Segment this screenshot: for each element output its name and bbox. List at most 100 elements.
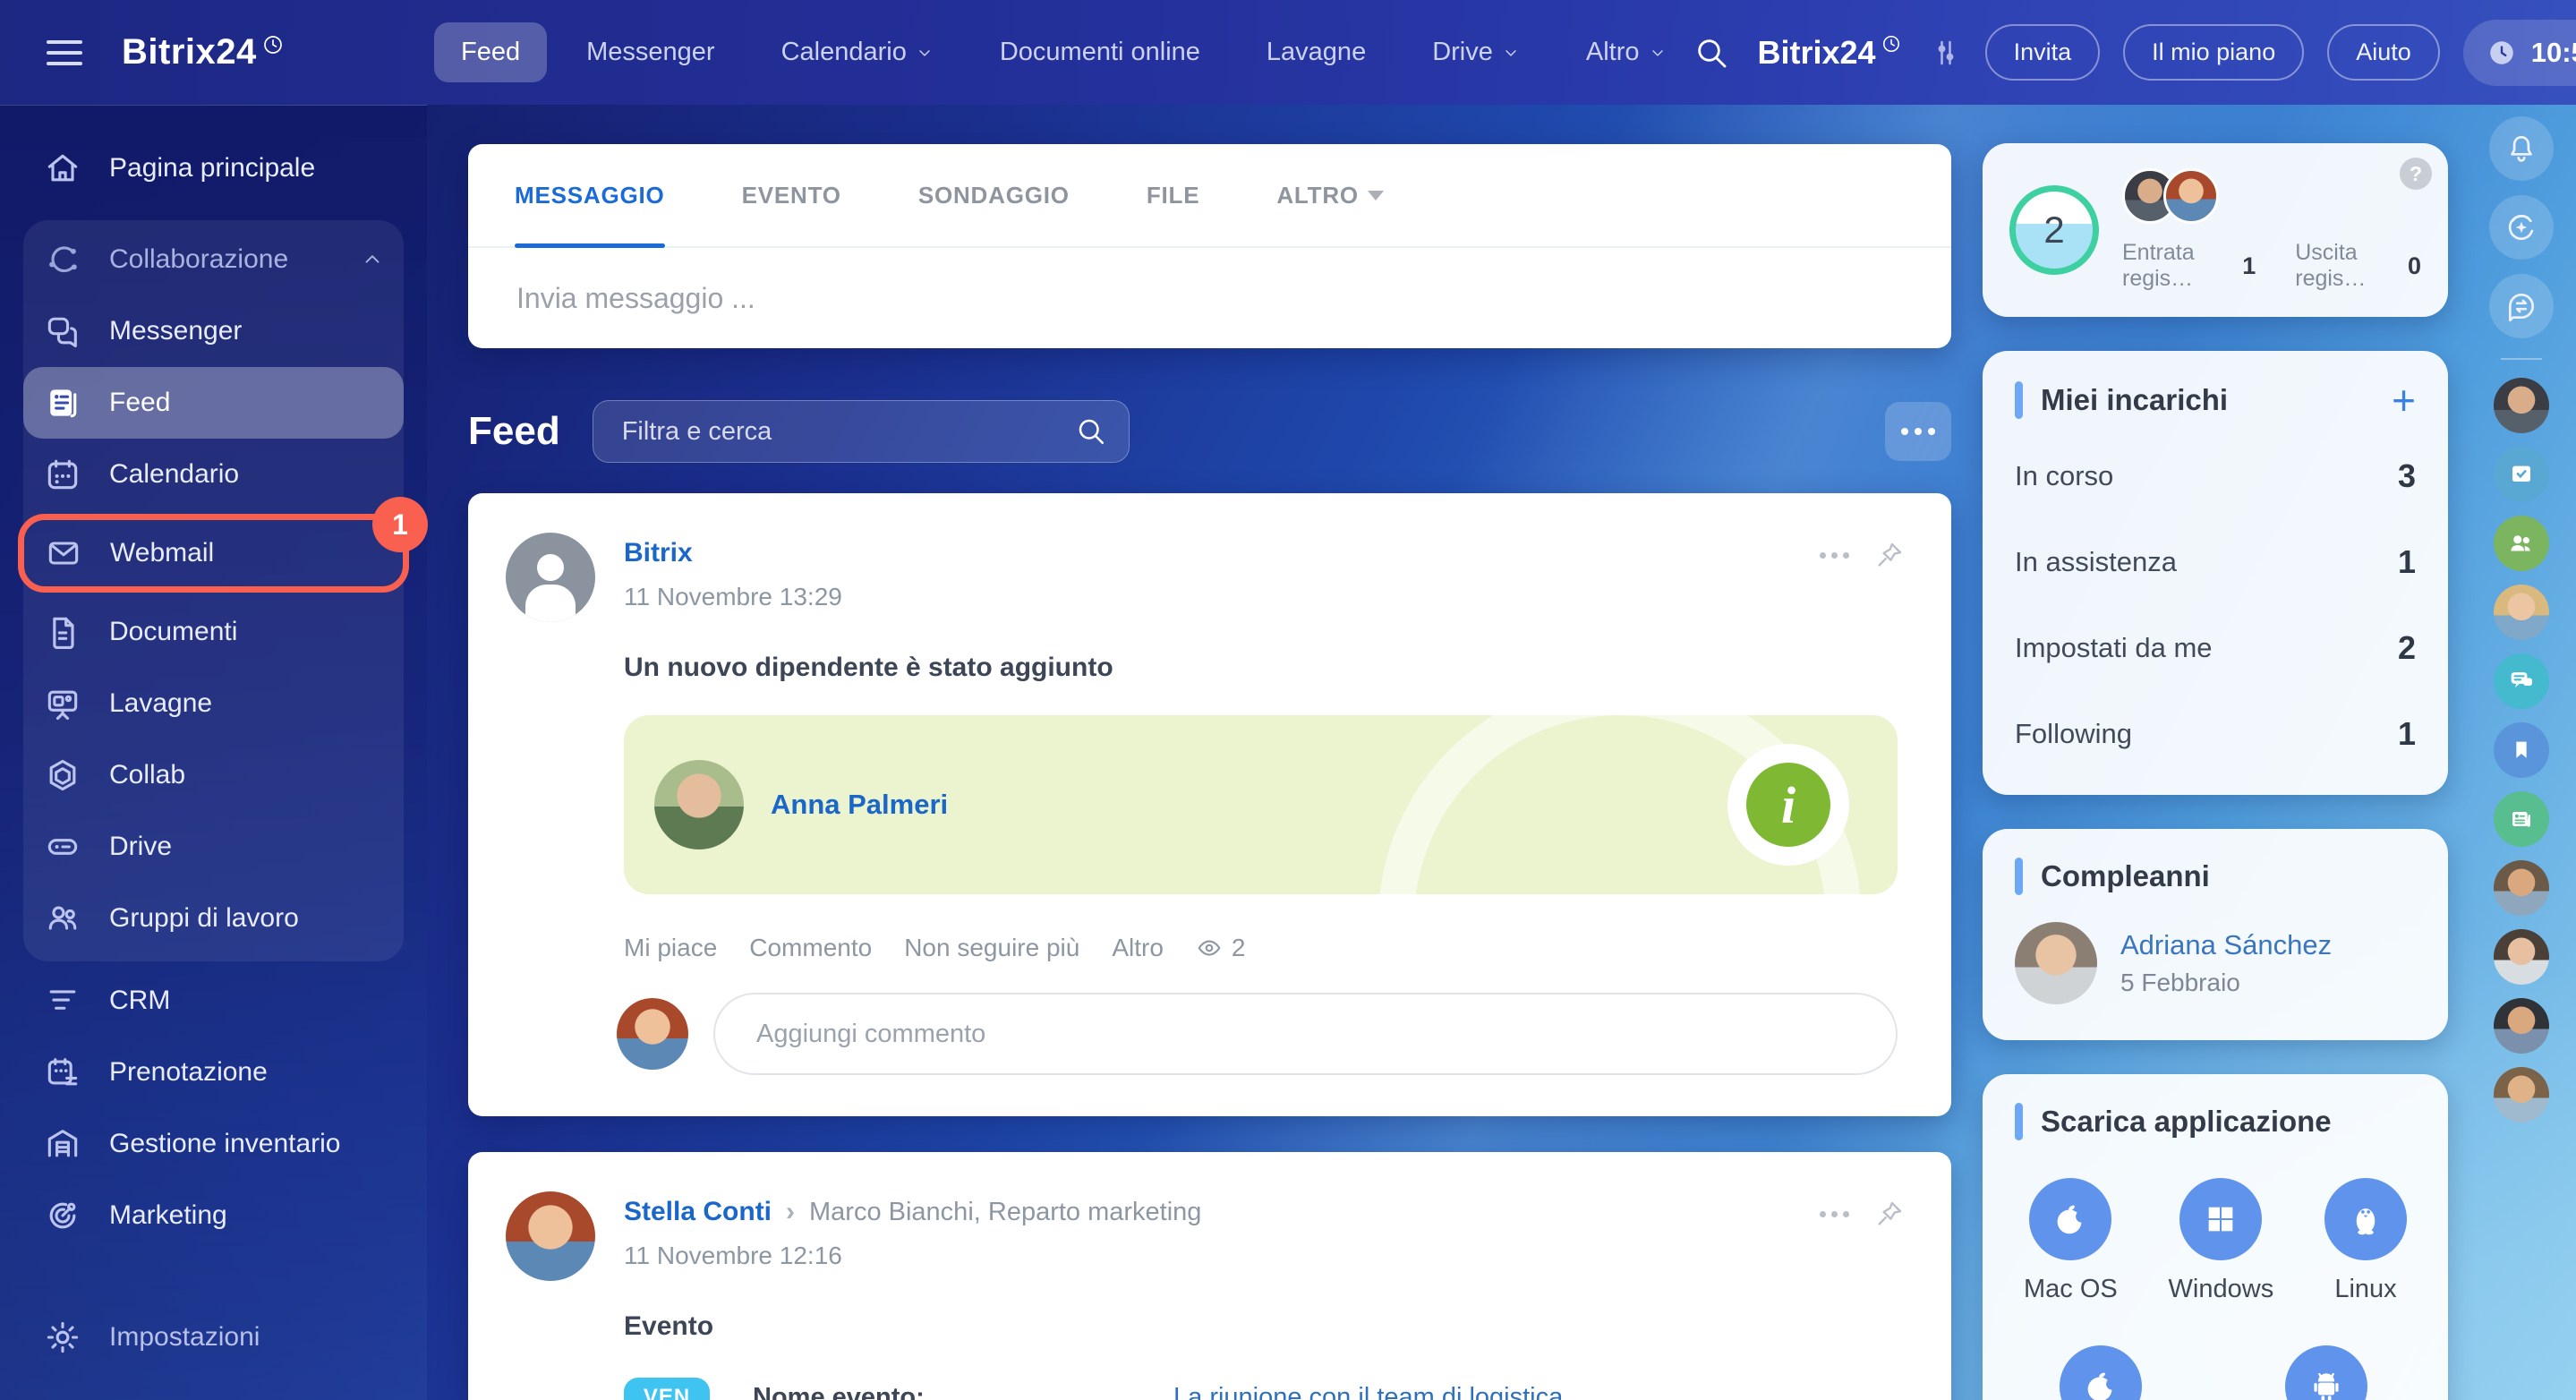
download-ios[interactable]: iOS [2060, 1345, 2142, 1400]
adriana-link[interactable]: Adriana Sánchez [2120, 929, 2332, 961]
tab-messaggio[interactable]: MESSAGGIO [515, 144, 665, 246]
sidebar-item-calendario[interactable]: Calendario [23, 439, 404, 510]
author-avatar-placeholder[interactable] [506, 533, 595, 622]
tab-file[interactable]: FILE [1147, 144, 1200, 246]
filter-search-input[interactable] [620, 416, 1061, 448]
feed-filter[interactable] [593, 400, 1130, 463]
help-button[interactable]: Aiuto [2327, 24, 2440, 81]
top-nav-altro[interactable]: Altro [1559, 22, 1693, 82]
stella-conti-avatar[interactable] [506, 1191, 595, 1281]
sidebar-item-gruppi-di-lavoro[interactable]: Gruppi di lavoro [23, 883, 404, 954]
download-android[interactable]: Android [2282, 1345, 2371, 1400]
chat-head-avatar[interactable] [2494, 860, 2549, 916]
chat-bubbles-icon[interactable] [2494, 653, 2549, 709]
bookmark-icon[interactable] [2494, 722, 2549, 778]
adriana-avatar[interactable] [2015, 922, 2097, 1004]
menu-hamburger-icon[interactable] [47, 40, 82, 65]
top-nav-feed[interactable]: Feed [434, 22, 547, 82]
sidebar-item-collab[interactable]: Collab [23, 739, 404, 811]
clock-icon [2486, 38, 2517, 68]
top-nav-drive[interactable]: Drive [1405, 22, 1547, 82]
invite-button[interactable]: Invita [1985, 24, 2101, 81]
unfollow-button[interactable]: Non seguire più [904, 934, 1079, 962]
tab-evento[interactable]: EVENTO [742, 144, 841, 246]
sidebar-item-drive[interactable]: Drive [23, 811, 404, 883]
birthdays-widget: Compleanni Adriana Sánchez 5 Febbraio [1983, 829, 2448, 1040]
like-button[interactable]: Mi piace [624, 934, 717, 962]
event-block: VEN 14 Nome evento: La riunione con il t… [624, 1378, 1898, 1400]
tasks-row-impostati-da-me[interactable]: Impostati da me2 [2015, 605, 2416, 691]
add-task-button[interactable]: + [2392, 380, 2416, 421]
composer-tabs: MESSAGGIO EVENTO SONDAGGIO FILE ALTRO [468, 144, 1951, 248]
pin-icon[interactable] [1874, 1199, 1905, 1229]
sidebar-item-webmail[interactable]: Webmail 1 [18, 514, 409, 593]
top-nav-calendario[interactable]: Calendario [755, 22, 960, 82]
worktime-widget[interactable]: 10:50 [2463, 20, 2576, 86]
news-icon[interactable] [2494, 791, 2549, 847]
download-macos[interactable]: Mac OS [2024, 1178, 2118, 1304]
search-icon[interactable] [1075, 415, 1107, 448]
notifications-bell-icon[interactable] [2489, 116, 2554, 181]
search-icon[interactable] [1693, 35, 1729, 71]
sidebar-item-collaborazione[interactable]: Collaborazione [23, 224, 404, 295]
anna-palmeri-link[interactable]: Anna Palmeri [771, 789, 948, 821]
post-more-icon[interactable] [1820, 552, 1849, 559]
post-tools [1820, 540, 1905, 570]
sidebar-item-crm[interactable]: CRM [23, 965, 404, 1037]
anna-palmeri-avatar[interactable] [654, 760, 744, 849]
group-chat-icon[interactable] [2494, 516, 2549, 571]
chat-head-avatar[interactable] [2494, 998, 2549, 1054]
current-time: 10:50 [2531, 37, 2576, 69]
comment-input[interactable] [755, 1019, 1856, 1050]
sidebar-item-prenotazione[interactable]: Prenotazione [23, 1037, 404, 1108]
edge-toolbar [2483, 116, 2560, 1136]
pin-icon[interactable] [1874, 540, 1905, 570]
tab-sondaggio[interactable]: SONDAGGIO [918, 144, 1070, 246]
sidebar-item-messenger[interactable]: Messenger [23, 295, 404, 367]
tasks-row-in-assistenza[interactable]: In assistenza1 [2015, 519, 2416, 605]
tasks-row-in-corso[interactable]: In corso3 [2015, 433, 2416, 519]
calendar-icon [43, 455, 82, 494]
post-more-icon[interactable] [1820, 1211, 1849, 1217]
download-linux[interactable]: Linux [2324, 1178, 2407, 1304]
my-plan-button[interactable]: Il mio piano [2123, 24, 2304, 81]
sidebar-item-gestione-inventario[interactable]: Gestione inventario [23, 1108, 404, 1180]
message-input[interactable] [515, 281, 1905, 316]
brand-clock-icon [1881, 34, 1901, 54]
tasks-chat-icon[interactable] [2494, 447, 2549, 502]
tasks-row-following[interactable]: Following1 [2015, 691, 2416, 777]
chat-head-avatar[interactable] [2494, 585, 2549, 640]
gear-icon [43, 1318, 82, 1357]
sliders-icon[interactable] [1930, 37, 1962, 69]
top-nav-documenti-online[interactable]: Documenti online [973, 22, 1227, 82]
post-recipients: Marco Bianchi, Reparto marketing [809, 1198, 1201, 1227]
sidebar-item-impostazioni[interactable]: Impostazioni [23, 1302, 404, 1373]
comment-input-wrap[interactable] [713, 993, 1898, 1075]
chat-head-avatar[interactable] [2494, 378, 2549, 433]
help-icon[interactable]: ? [2400, 158, 2432, 190]
sidebar-item-documenti[interactable]: Documenti [23, 596, 404, 668]
top-nav-lavagne[interactable]: Lavagne [1240, 22, 1393, 82]
attendance-avatars [2122, 168, 2421, 224]
more-button[interactable]: Altro [1112, 934, 1164, 962]
sidebar-item-feed[interactable]: Feed [23, 367, 404, 439]
comment-button[interactable]: Commento [749, 934, 872, 962]
download-windows[interactable]: Windows [2169, 1178, 2274, 1304]
sidebar-item-lavagne[interactable]: Lavagne [23, 668, 404, 739]
chat-head-avatar[interactable] [2494, 929, 2549, 985]
apple-icon [2060, 1345, 2142, 1400]
post-author-link[interactable]: Bitrix [624, 538, 842, 568]
stella-conti-link[interactable]: Stella Conti [624, 1197, 772, 1227]
tab-altro[interactable]: ALTRO [1276, 144, 1384, 246]
event-fields: Nome evento: La riunione con il team di … [753, 1378, 1570, 1400]
messenger-exchange-icon[interactable] [2489, 274, 2554, 338]
attendee-avatar[interactable] [2163, 168, 2219, 224]
top-nav-messenger[interactable]: Messenger [559, 22, 741, 82]
copilot-ai-icon[interactable] [2489, 195, 2554, 260]
event-name-link[interactable]: La riunione con il team di logistica [1173, 1383, 1570, 1400]
feed-more-button[interactable] [1885, 402, 1951, 461]
sidebar-item-marketing[interactable]: Marketing [23, 1180, 404, 1251]
sidebar-item-pagina-principale[interactable]: Pagina principale [23, 132, 404, 204]
bitrix24-logo[interactable]: Bitrix24 [122, 32, 284, 73]
chat-head-avatar[interactable] [2494, 1067, 2549, 1123]
